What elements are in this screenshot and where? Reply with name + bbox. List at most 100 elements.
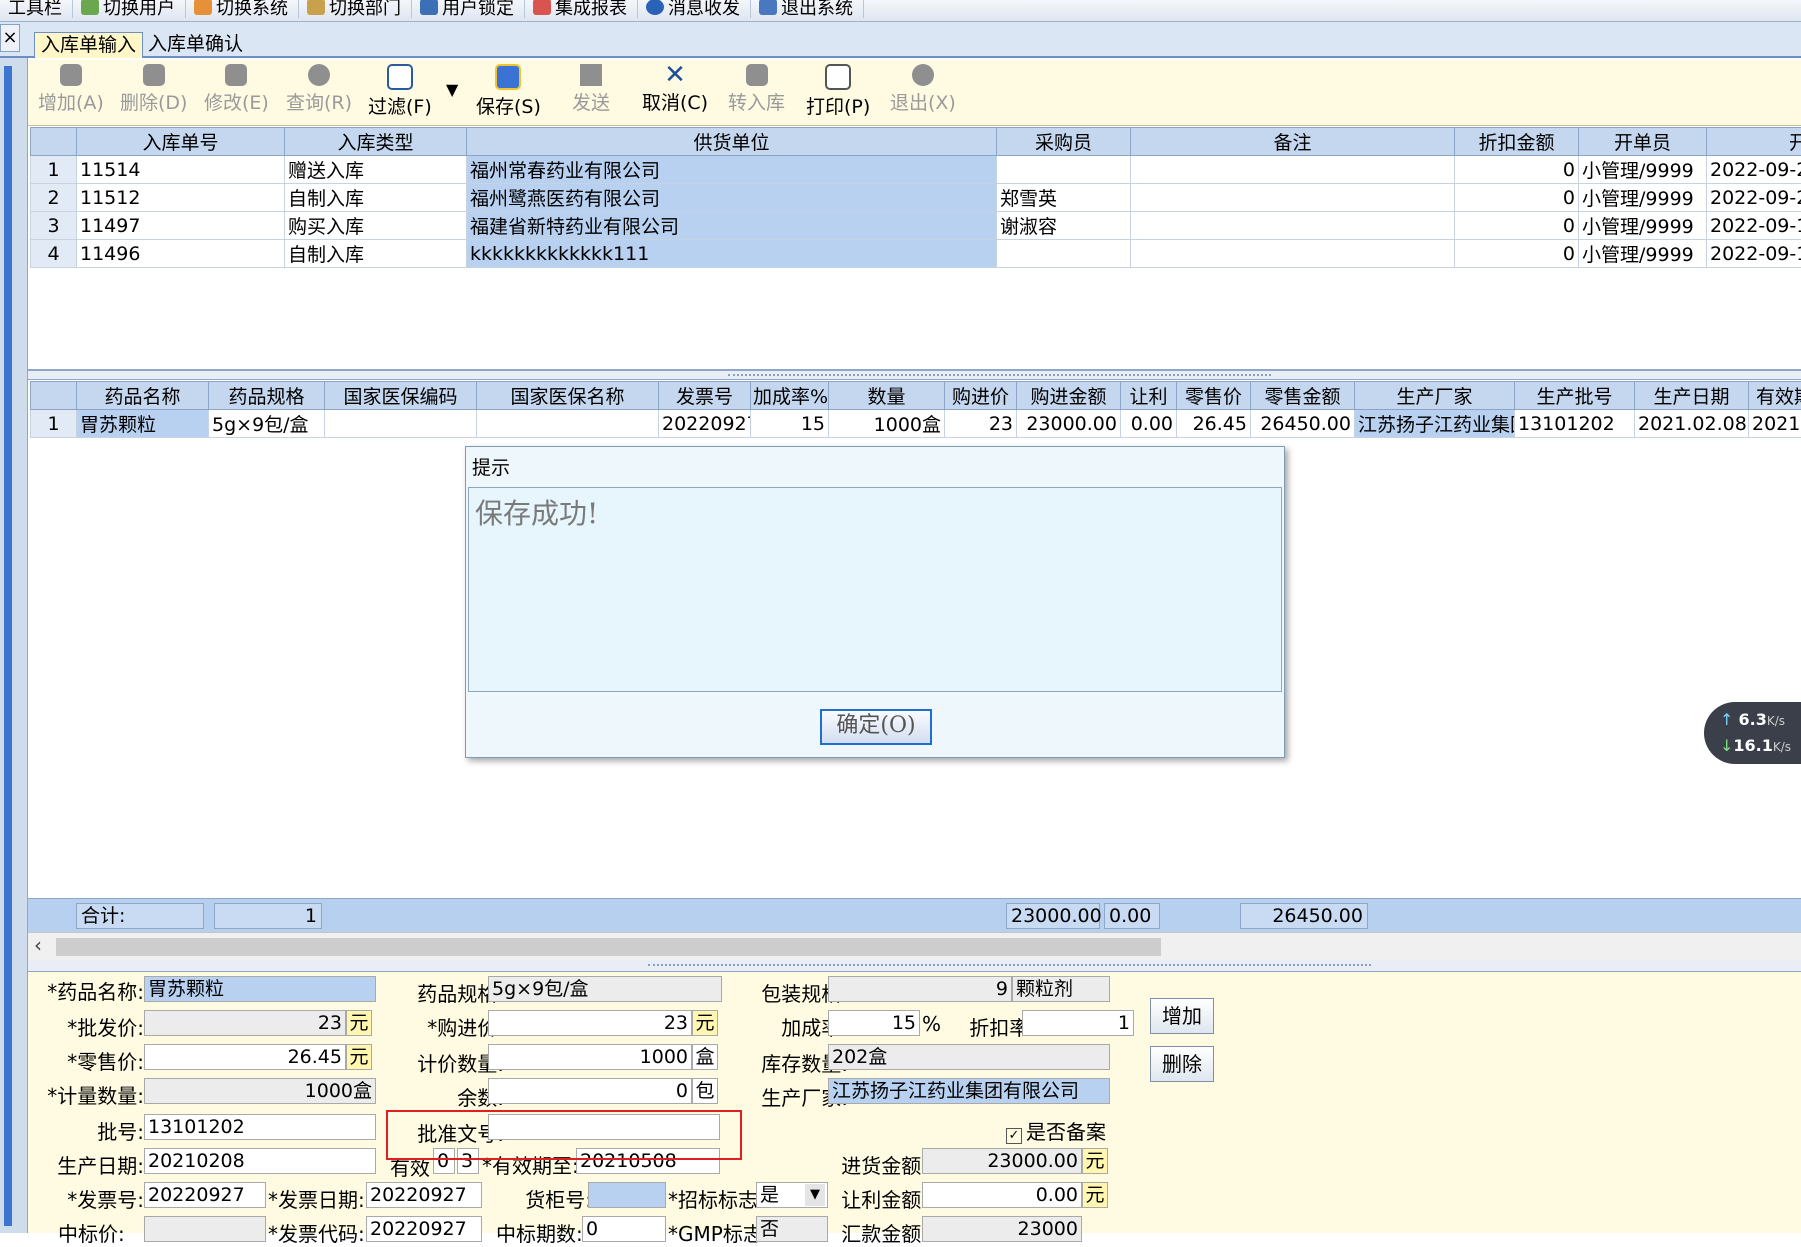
add-button[interactable]: 增加(A) [38,64,104,115]
batch-field[interactable]: 13101202 [144,1114,376,1140]
pack-field[interactable]: 9 [828,976,1012,1002]
column-header[interactable]: 生产厂家 [1355,382,1515,410]
horizontal-scrollbar[interactable]: ‹ [28,932,1801,960]
discount-cell[interactable]: 0 [1455,212,1579,240]
buyer-cell[interactable]: 谢淑容 [997,212,1131,240]
ok-button[interactable]: 确定(O) [820,709,932,745]
shelf-field[interactable] [588,1182,666,1208]
discount-cell[interactable]: 0 [1455,184,1579,212]
drug-name-field[interactable]: 胃苏颗粒 [144,976,376,1002]
filed-checkbox[interactable]: ✓是否备案 [1006,1116,1106,1145]
clerk-cell[interactable]: 小管理/9999 [1579,212,1707,240]
note-cell[interactable] [1131,240,1455,268]
bid-period-field[interactable]: 0 [582,1216,666,1242]
menu-reports[interactable]: 集成报表 [525,0,638,18]
save-button[interactable]: 保存(S) [476,64,541,119]
batch-cell[interactable]: 13101202 [1515,410,1635,438]
query-button[interactable]: 查询(R) [286,64,352,115]
insurance-name-cell[interactable] [477,410,659,438]
exit-button[interactable]: 退出(X) [890,64,956,115]
column-header[interactable]: 零售价 [1177,382,1251,410]
date-cell[interactable]: 2022-09-1 [1707,240,1801,268]
column-header[interactable]: 让利 [1121,382,1177,410]
bid-price-field[interactable] [144,1216,266,1242]
table-row[interactable]: 3 11497 购买入库 福建省新特药业有限公司 谢淑容 0 小管理/9999 … [31,212,1801,240]
filter-button[interactable]: 过滤(F) [368,64,432,119]
maker-field[interactable]: 江苏扬子江药业集团有限公司 [828,1078,1110,1104]
column-header[interactable]: 国家医保名称 [477,382,659,410]
column-header[interactable]: 购进金额 [1017,382,1121,410]
menu-toolbar[interactable]: 工具栏 [0,0,73,18]
menu-messages[interactable]: 消息收发 [638,0,751,18]
column-header[interactable]: 数量 [829,382,945,410]
clerk-cell[interactable]: 小管理/9999 [1579,240,1707,268]
print-button[interactable]: 打印(P) [806,64,870,119]
network-speed-widget[interactable]: ↑ 6.3K/s ↓16.1K/s [1704,702,1801,764]
purchase-price-cell[interactable]: 23 [945,410,1017,438]
mfg-field[interactable]: 20210208 [144,1148,376,1174]
column-header[interactable]: 采购员 [997,128,1131,156]
column-header[interactable]: 药品名称 [77,382,209,410]
clerk-cell[interactable]: 小管理/9999 [1579,184,1707,212]
retail-field[interactable]: 26.45 [144,1044,346,1070]
column-header[interactable]: 生产批号 [1515,382,1635,410]
column-header[interactable]: 生产日期 [1635,382,1749,410]
remit-field[interactable]: 23000 [922,1216,1082,1242]
table-row[interactable]: 2 11512 自制入库 福州鹭燕医药有限公司 郑雪英 0 小管理/9999 2… [31,184,1801,212]
column-header[interactable]: 发票号 [659,382,751,410]
grid-splitter[interactable] [28,370,1801,380]
add-row-button[interactable]: 增加 [1150,998,1214,1034]
column-header[interactable]: 药品规格 [209,382,325,410]
discount-cell[interactable]: 0 [1455,156,1579,184]
invoice-date-field[interactable]: 20220927 [366,1182,482,1208]
form-splitter[interactable] [28,960,1801,972]
tab-stock-in-entry[interactable]: 入库单输入 [34,32,143,58]
price-qty-field[interactable]: 1000 [488,1044,692,1070]
supplier-cell[interactable]: 福州常春药业有限公司 [467,156,997,184]
order-no-cell[interactable]: 11514 [77,156,285,184]
column-header[interactable]: 入库单号 [77,128,285,156]
rebate-cell[interactable]: 0.00 [1121,410,1177,438]
purchase-field[interactable]: 23 [488,1010,692,1036]
wholesale-field[interactable]: 23 [144,1010,346,1036]
note-cell[interactable] [1131,212,1455,240]
bid-select[interactable]: 是▼ [756,1182,828,1208]
menu-lock-user[interactable]: 用户锁定 [412,0,525,18]
mfg-date-cell[interactable]: 2021.02.08 [1635,410,1749,438]
spec-field[interactable]: 5g×9包/盒 [488,976,722,1002]
scroll-left-icon[interactable]: ‹ [34,933,42,957]
order-type-cell[interactable]: 自制入库 [285,240,467,268]
column-header[interactable]: 备注 [1131,128,1455,156]
invoice-code-field[interactable]: 20220927 [366,1216,482,1242]
order-type-cell[interactable]: 赠送入库 [285,156,467,184]
buyer-cell[interactable] [997,240,1131,268]
note-cell[interactable] [1131,156,1455,184]
scrollbar-thumb[interactable] [56,938,1161,956]
markup-cell[interactable]: 15 [751,410,829,438]
purchase-amount-field[interactable]: 23000.00 [922,1148,1082,1174]
quantity-cell[interactable]: 1000盒 [829,410,945,438]
order-type-cell[interactable]: 自制入库 [285,184,467,212]
date-cell[interactable]: 2022-09-2 [1707,184,1801,212]
clerk-cell[interactable]: 小管理/9999 [1579,156,1707,184]
discount-cell[interactable]: 0 [1455,240,1579,268]
filter-dropdown-icon[interactable]: ▼ [446,80,458,99]
supplier-cell[interactable]: 福州鹭燕医药有限公司 [467,184,997,212]
column-header[interactable]: 有效期 [1749,382,1801,410]
column-header[interactable]: 入库类型 [285,128,467,156]
stock-field[interactable]: 202盒 [828,1044,1110,1070]
column-header[interactable]: 开 [1707,128,1801,156]
table-row[interactable]: 1 11514 赠送入库 福州常春药业有限公司 0 小管理/9999 2022-… [31,156,1801,184]
table-row[interactable]: 1 胃苏颗粒 5g×9包/盒 20220927 15 1000盒 23 2300… [31,410,1801,438]
menu-exit-system[interactable]: 退出系统 [751,0,864,18]
column-header[interactable]: 购进价 [945,382,1017,410]
invoice-field[interactable]: 20220927 [144,1182,266,1208]
note-cell[interactable] [1131,184,1455,212]
transfer-button[interactable]: 转入库 [728,64,785,115]
gmp-field[interactable]: 否 [756,1216,828,1242]
delete-row-button[interactable]: 删除 [1150,1046,1214,1082]
remain-field[interactable]: 0 [488,1078,692,1104]
order-type-cell[interactable]: 购买入库 [285,212,467,240]
rebate-field[interactable]: 0.00 [922,1182,1082,1208]
cancel-button[interactable]: ✕取消(C) [642,64,708,115]
